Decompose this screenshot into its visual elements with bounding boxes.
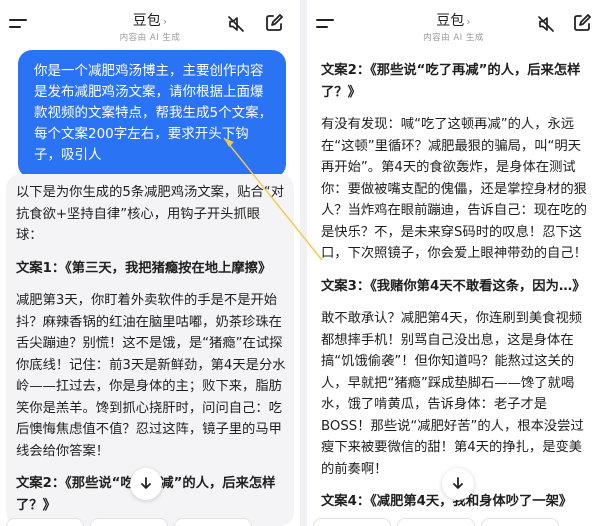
new-chat-edit-icon[interactable]	[572, 13, 592, 33]
copy-1-body: 减肥第3天，你盯着外卖软件的手是不是开始抖？麻辣香锅的红油在脑里咕嘟，奶茶珍珠在…	[16, 293, 286, 459]
ai-generated-notice: 内容由 AI 生成	[423, 33, 484, 43]
copy-2-heading: 文案2：《那些说“吃了再减”的人，后来怎样了？》	[321, 63, 581, 100]
app-title: 豆包	[132, 13, 161, 29]
speaker-muted-icon[interactable]	[226, 14, 246, 34]
app-title: 豆包	[436, 13, 465, 29]
right-screen: 豆包 › 内容由 AI 生成 文案2：《那些说“吃了再减”的人，后来怎样了？》 有…	[307, 0, 600, 526]
suggestion-chip[interactable]	[481, 518, 559, 526]
chat-title[interactable]: 豆包 › 内容由 AI 生成	[0, 10, 300, 43]
reply-intro: 以下是为你生成的5条减肥鸡汤文案，贴合“对抗食欲+坚持自律”核心，用钩子开头抓眼…	[16, 185, 284, 243]
suggestion-chips	[0, 518, 300, 526]
top-bar: 豆包 › 内容由 AI 生成	[0, 0, 300, 44]
user-message-bubble[interactable]: 你是一个减肥鸡汤博主，主要创作内容是发布减肥鸡汤文案，请你根据上面爆款视频的文案…	[18, 50, 286, 178]
suggestion-chip[interactable]	[313, 518, 391, 526]
screen-divider	[300, 0, 307, 526]
arrow-down-icon	[451, 475, 465, 494]
copy-3-body: 敢不敢承认？减肥第4天，你连刷到美食视频都想摔手机！别骂自己没出息，这是身体在搞…	[321, 311, 584, 477]
suggestion-chip[interactable]	[397, 518, 475, 526]
title-chevron-icon: ›	[162, 15, 168, 28]
chat-title[interactable]: 豆包 › 内容由 AI 生成	[307, 10, 600, 43]
suggestion-chip[interactable]	[6, 518, 84, 526]
arrow-down-icon	[139, 475, 153, 494]
copy-2-body: 有没有发现：喊“吃了这顿再减”的人，永远在“这顿”里循环？减肥最狠的骗局，叫“明…	[321, 117, 587, 261]
speaker-muted-icon[interactable]	[536, 14, 556, 34]
copy-3-heading: 文案3：《我赌你第4天不敢看这条，因为…》	[321, 278, 586, 294]
scroll-to-bottom-button[interactable]	[130, 468, 162, 500]
left-screen: 豆包 › 内容由 AI 生成 你是一个减肥鸡汤博主，主要创作内容是发布减肥鸡汤文案…	[0, 0, 300, 526]
suggestion-chip[interactable]	[174, 518, 252, 526]
copy-1-heading: 文案1：《第三天，我把猪瘾按在地上摩擦》	[16, 260, 272, 276]
suggestion-chips	[307, 518, 600, 526]
ai-generated-notice: 内容由 AI 生成	[119, 33, 181, 43]
ai-reply-content[interactable]: 文案2：《那些说“吃了再减”的人，后来怎样了？》 有没有发现：喊“吃了这顿再减”…	[321, 60, 593, 526]
user-message-text: 你是一个减肥鸡汤博主，主要创作内容是发布减肥鸡汤文案，请你根据上面爆款视频的文案…	[34, 63, 273, 163]
scroll-to-bottom-button[interactable]	[442, 468, 474, 500]
suggestion-chip[interactable]	[90, 518, 168, 526]
top-bar: 豆包 › 内容由 AI 生成	[307, 0, 600, 44]
title-chevron-icon: ›	[466, 15, 471, 28]
new-chat-edit-icon[interactable]	[264, 13, 284, 33]
